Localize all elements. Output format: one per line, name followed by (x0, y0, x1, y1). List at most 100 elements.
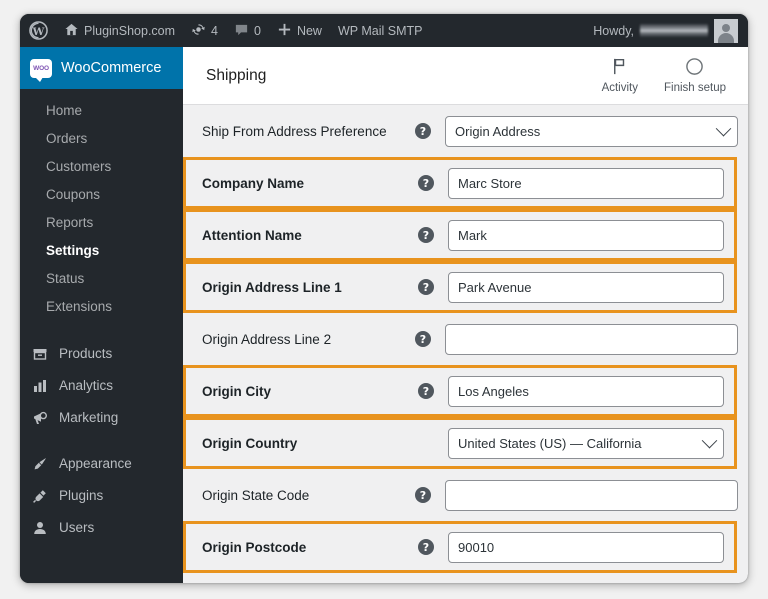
select-value: Origin Address (455, 123, 541, 139)
paintbrush-icon (30, 456, 50, 472)
account-menu[interactable]: Howdy, (593, 14, 748, 47)
origin-postcode-input[interactable]: 90010 (448, 531, 724, 563)
sidebar-item-home[interactable]: Home (20, 97, 183, 125)
sidebar-divider (20, 434, 183, 448)
help-icon[interactable]: ? (418, 175, 434, 191)
origin-state-code-input[interactable] (445, 479, 738, 511)
field-label: Origin Country (202, 435, 298, 451)
sidebar-item-settings[interactable]: Settings (20, 237, 183, 265)
sidebar-item-products[interactable]: Products (20, 338, 183, 370)
help-icon[interactable]: ? (415, 331, 431, 347)
field-label: Company Name (202, 175, 305, 191)
page-header: Shipping Activity Finish setup (183, 47, 748, 105)
analytics-bars-icon (30, 378, 50, 394)
main-content: Shipping Activity Finish setup Ship From… (183, 47, 748, 583)
sidebar-item-marketing[interactable]: Marketing (20, 402, 183, 434)
wordpress-logo-button[interactable]: W (20, 14, 56, 47)
finish-setup-label: Finish setup (663, 82, 726, 94)
wordpress-logo-icon: W (29, 21, 48, 40)
megaphone-icon (30, 410, 50, 426)
origin-address-line-1-input[interactable]: Park Avenue (448, 271, 724, 303)
input-value: Park Avenue (458, 279, 532, 295)
input-value: 90010 (458, 539, 495, 555)
sidebar-item-status[interactable]: Status (20, 265, 183, 293)
sidebar-item-label: Plugins (59, 488, 104, 503)
origin-city-input[interactable]: Los Angeles (448, 375, 724, 407)
sidebar-item-woocommerce[interactable]: WOO WooCommerce (20, 47, 192, 89)
help-icon[interactable]: ? (415, 487, 431, 503)
help-icon[interactable]: ? (418, 279, 434, 295)
input-value: Los Angeles (458, 383, 529, 399)
shipping-settings-form: Ship From Address Preference ? Origin Ad… (183, 105, 748, 573)
sidebar-divider (20, 331, 183, 338)
setting-row-origin-city: Origin City ? Los Angeles (183, 365, 737, 417)
sidebar-item-customers[interactable]: Customers (20, 153, 183, 181)
chevron-down-icon (715, 120, 732, 136)
company-name-input[interactable]: Marc Store (448, 167, 724, 199)
updates-button[interactable]: 4 (183, 14, 226, 47)
woocommerce-submenu: Home Orders Customers Coupons Reports Se… (20, 89, 183, 331)
ship-from-address-preference-select[interactable]: Origin Address (445, 115, 738, 147)
origin-address-line-2-input[interactable] (445, 323, 738, 355)
select-value: United States (US) — California (458, 435, 642, 451)
help-icon[interactable]: ? (418, 227, 434, 243)
plus-icon (277, 22, 292, 40)
sidebar-item-label: Users (59, 520, 95, 535)
wp-mail-smtp-label: WP Mail SMTP (337, 23, 423, 38)
sidebar-item-plugins[interactable]: Plugins (20, 480, 183, 512)
sidebar-item-reports[interactable]: Reports (20, 209, 183, 237)
sidebar-item-label: Analytics (59, 378, 114, 393)
activity-label: Activity (601, 82, 638, 94)
field-label: Origin Address Line 2 (202, 331, 332, 347)
sidebar-item-appearance[interactable]: Appearance (20, 448, 183, 480)
howdy-label: Howdy, (593, 23, 634, 38)
attention-name-input[interactable]: Mark (448, 219, 724, 251)
comments-count: 0 (253, 23, 261, 38)
field-label: Origin City (202, 383, 272, 399)
field-label: Origin Postcode (202, 539, 307, 555)
plug-icon (30, 488, 50, 504)
sidebar-item-label: WooCommerce (61, 60, 162, 76)
setting-row-origin-state-code: Origin State Code ? (183, 469, 748, 521)
svg-text:W: W (32, 26, 45, 38)
chevron-down-icon (701, 432, 718, 448)
comments-button[interactable]: 0 (226, 14, 269, 47)
sidebar-item-analytics[interactable]: Analytics (20, 370, 183, 402)
help-icon[interactable]: ? (418, 539, 434, 555)
header-actions: Activity Finish setup (602, 57, 726, 94)
activity-button[interactable]: Activity (602, 57, 638, 94)
field-label: Ship From Address Preference (202, 123, 387, 139)
help-icon-placeholder (418, 435, 434, 451)
sidebar-item-label: Products (59, 346, 113, 361)
sidebar-item-orders[interactable]: Orders (20, 125, 183, 153)
field-label: Origin State Code (202, 487, 310, 503)
user-icon (30, 520, 50, 536)
setting-row-origin-address-line-1: Origin Address Line 1 ? Park Avenue (183, 261, 737, 313)
sidebar-item-label: Appearance (59, 456, 132, 471)
sidebar-item-users[interactable]: Users (20, 512, 183, 544)
sidebar-item-coupons[interactable]: Coupons (20, 181, 183, 209)
input-value: Marc Store (458, 175, 522, 191)
comment-bubble-icon (234, 22, 249, 40)
setting-row-attention-name: Attention Name ? Mark (183, 209, 737, 261)
avatar (714, 18, 738, 43)
circle-progress-icon (685, 57, 704, 79)
sidebar-item-label: Marketing (59, 410, 119, 425)
setting-row-origin-postcode: Origin Postcode ? 90010 (183, 521, 737, 573)
site-name-button[interactable]: PluginShop.com (56, 14, 183, 47)
setting-row-origin-country: Origin Country United States (US) — Cali… (183, 417, 737, 469)
woocommerce-icon: WOO (30, 58, 52, 82)
browser-window: W PluginShop.com 4 0 New WP Mail SMTP Ho… (20, 14, 748, 583)
setting-row-ship-from-address-preference: Ship From Address Preference ? Origin Ad… (183, 105, 748, 157)
origin-country-select[interactable]: United States (US) — California (448, 427, 724, 459)
wp-mail-smtp-menu[interactable]: WP Mail SMTP (330, 14, 431, 47)
help-icon[interactable]: ? (415, 123, 431, 139)
new-content-button[interactable]: New (269, 14, 330, 47)
help-icon[interactable]: ? (418, 383, 434, 399)
products-icon (30, 346, 50, 362)
admin-sidebar: WOO WooCommerce Home Orders Customers Co… (20, 47, 192, 583)
sidebar-item-extensions[interactable]: Extensions (20, 293, 183, 321)
field-label: Origin Address Line 1 (202, 279, 342, 295)
finish-setup-button[interactable]: Finish setup (664, 57, 726, 94)
setting-row-company-name: Company Name ? Marc Store (183, 157, 737, 209)
